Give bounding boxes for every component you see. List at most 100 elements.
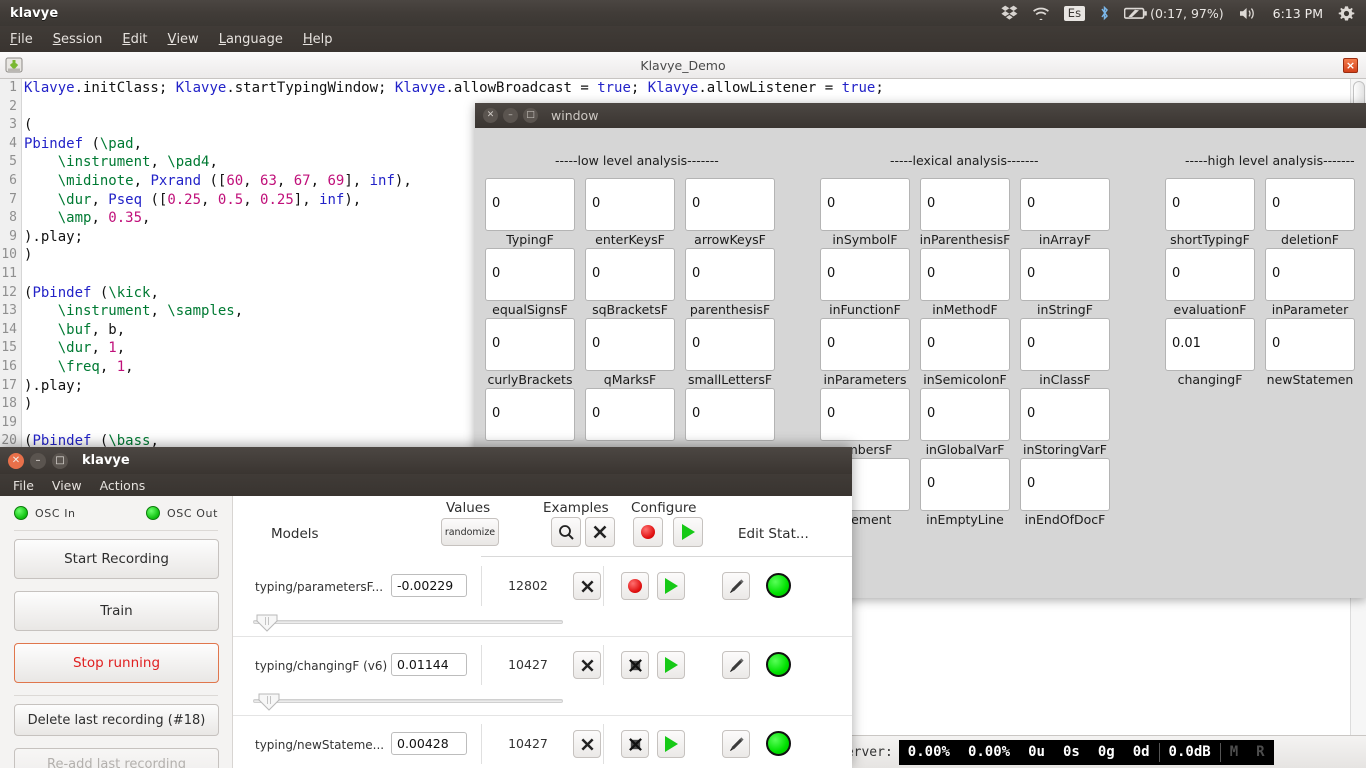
analysis-field-value[interactable]: 0 — [485, 248, 575, 301]
model-run-button[interactable] — [657, 651, 685, 679]
model-run-button[interactable] — [657, 730, 685, 758]
analysis-field-value[interactable]: 0.01 — [1165, 318, 1255, 371]
model-slider[interactable] — [253, 693, 563, 711]
menu-view[interactable]: View — [43, 478, 91, 493]
gear-icon[interactable] — [1331, 0, 1362, 26]
model-value-input[interactable]: 0.00428 — [391, 732, 467, 755]
model-value-input[interactable]: -0.00229 — [391, 574, 467, 597]
analysis-field-value[interactable]: 0 — [1265, 178, 1355, 231]
close-x-icon — [580, 737, 594, 751]
analysis-field-value[interactable]: 0 — [820, 178, 910, 231]
server-mute-toggle[interactable]: M — [1221, 744, 1247, 760]
analysis-field-value[interactable]: 0 — [1165, 178, 1255, 231]
analysis-field-value[interactable]: 0 — [1265, 248, 1355, 301]
analysis-field-value[interactable]: 0 — [1165, 248, 1255, 301]
model-status-led[interactable] — [766, 652, 791, 677]
bluetooth-icon[interactable] — [1092, 0, 1117, 26]
close-icon[interactable]: ✕ — [483, 108, 498, 123]
analysis-field-value[interactable]: 0 — [585, 178, 675, 231]
analysis-field-value[interactable]: 0 — [920, 318, 1010, 371]
code-line[interactable]: Klavye.initClass; Klavye.startTypingWind… — [24, 79, 1350, 98]
model-slider[interactable] — [253, 614, 563, 632]
analysis-field-label: TypingF — [506, 232, 554, 247]
analysis-field: 0 inMethodF — [920, 248, 1013, 317]
analysis-field-value[interactable]: 0 — [820, 388, 910, 441]
server-record-toggle[interactable]: R — [1247, 744, 1273, 760]
close-icon[interactable]: ✕ — [8, 452, 24, 469]
analysis-field-value[interactable]: 0 — [585, 318, 675, 371]
screen-root: Klavye_Demo × 1 2 3 4 5 6 7 8 9 10 11 12 13 14 15 16 17 1… — [0, 0, 1366, 768]
close-icon[interactable]: × — [1343, 58, 1358, 73]
minimize-icon[interactable]: – — [503, 108, 518, 123]
battery-indicator[interactable]: (0:17, 97%) — [1117, 0, 1231, 26]
search-examples-button[interactable] — [551, 517, 581, 547]
keyboard-layout-indicator[interactable]: Es — [1057, 0, 1092, 26]
model-status-led[interactable] — [766, 573, 791, 598]
model-record-button[interactable] — [621, 651, 649, 679]
model-clear-examples-button[interactable] — [573, 651, 601, 679]
randomize-button[interactable]: randomize — [441, 518, 499, 546]
analysis-field-value[interactable]: 0 — [485, 178, 575, 231]
menu-help[interactable]: Help — [293, 26, 343, 52]
record-all-button[interactable] — [633, 517, 663, 547]
slider-thumb[interactable] — [256, 614, 278, 632]
menu-language[interactable]: Language — [209, 26, 293, 52]
model-record-button[interactable] — [621, 572, 649, 600]
model-edit-button[interactable] — [722, 730, 750, 758]
analysis-field-value[interactable]: 0 — [485, 318, 575, 371]
minimize-icon[interactable]: – — [30, 452, 46, 469]
delete-last-recording-button[interactable]: Delete last recording (#18) — [14, 704, 219, 736]
analysis-field-value[interactable]: 0 — [1020, 388, 1110, 441]
menu-session[interactable]: Session — [43, 26, 113, 52]
start-recording-button[interactable]: Start Recording — [14, 539, 219, 579]
model-clear-examples-button[interactable] — [573, 572, 601, 600]
dropbox-icon[interactable] — [994, 0, 1025, 26]
clear-examples-button[interactable] — [585, 517, 615, 547]
menu-file[interactable]: File — [0, 26, 43, 52]
analysis-field-value[interactable]: 0 — [1265, 318, 1355, 371]
volume-icon[interactable] — [1231, 0, 1265, 26]
analysis-field-value[interactable]: 0 — [585, 388, 675, 441]
model-edit-button[interactable] — [722, 651, 750, 679]
analysis-field-value[interactable]: 0 — [920, 248, 1010, 301]
model-status-led[interactable] — [766, 731, 791, 756]
slider-track[interactable] — [253, 699, 563, 703]
divider — [603, 566, 604, 606]
analysis-field-label: inGlobalVarF — [925, 442, 1005, 457]
train-button[interactable]: Train — [14, 591, 219, 631]
menu-edit[interactable]: Edit — [112, 26, 157, 52]
run-all-button[interactable] — [673, 517, 703, 547]
clock-indicator[interactable]: 6:13 PM — [1265, 0, 1331, 26]
model-clear-examples-button[interactable] — [573, 730, 601, 758]
analysis-field-value[interactable]: 0 — [685, 318, 775, 371]
wifi-icon[interactable] — [1025, 0, 1057, 26]
analysis-field-value[interactable]: 0 — [920, 388, 1010, 441]
analysis-field-value[interactable]: 0 — [485, 388, 575, 441]
analysis-field-value[interactable]: 0 — [685, 388, 775, 441]
analysis-field-value[interactable]: 0 — [920, 178, 1010, 231]
analysis-field-value[interactable]: 0 — [1020, 318, 1110, 371]
model-edit-button[interactable] — [722, 572, 750, 600]
analysis-field-label: enterKeysF — [595, 232, 665, 247]
model-record-button[interactable] — [621, 730, 649, 758]
maximize-icon[interactable]: □ — [523, 108, 538, 123]
analysis-field-value[interactable]: 0 — [585, 248, 675, 301]
analysis-field-value[interactable]: 0 — [1020, 458, 1110, 511]
analysis-field-value[interactable]: 0 — [920, 458, 1010, 511]
analysis-field-value[interactable]: 0 — [820, 318, 910, 371]
model-value-input[interactable]: 0.01144 — [391, 653, 467, 676]
analysis-field-value[interactable]: 0 — [1020, 178, 1110, 231]
slider-thumb[interactable] — [258, 693, 280, 711]
menu-view[interactable]: View — [158, 26, 209, 52]
analysis-field-value[interactable]: 0 — [685, 178, 775, 231]
menu-file[interactable]: File — [4, 478, 43, 493]
analysis-field-value[interactable]: 0 — [820, 248, 910, 301]
model-run-button[interactable] — [657, 572, 685, 600]
analysis-field-value[interactable]: 0 — [1020, 248, 1110, 301]
menu-actions[interactable]: Actions — [91, 478, 155, 493]
maximize-icon[interactable]: □ — [52, 452, 68, 469]
analysis-field-value[interactable]: 0 — [685, 248, 775, 301]
document-save-icon — [5, 56, 23, 74]
slider-track[interactable] — [253, 620, 563, 624]
stop-running-button[interactable]: Stop running — [14, 643, 219, 683]
